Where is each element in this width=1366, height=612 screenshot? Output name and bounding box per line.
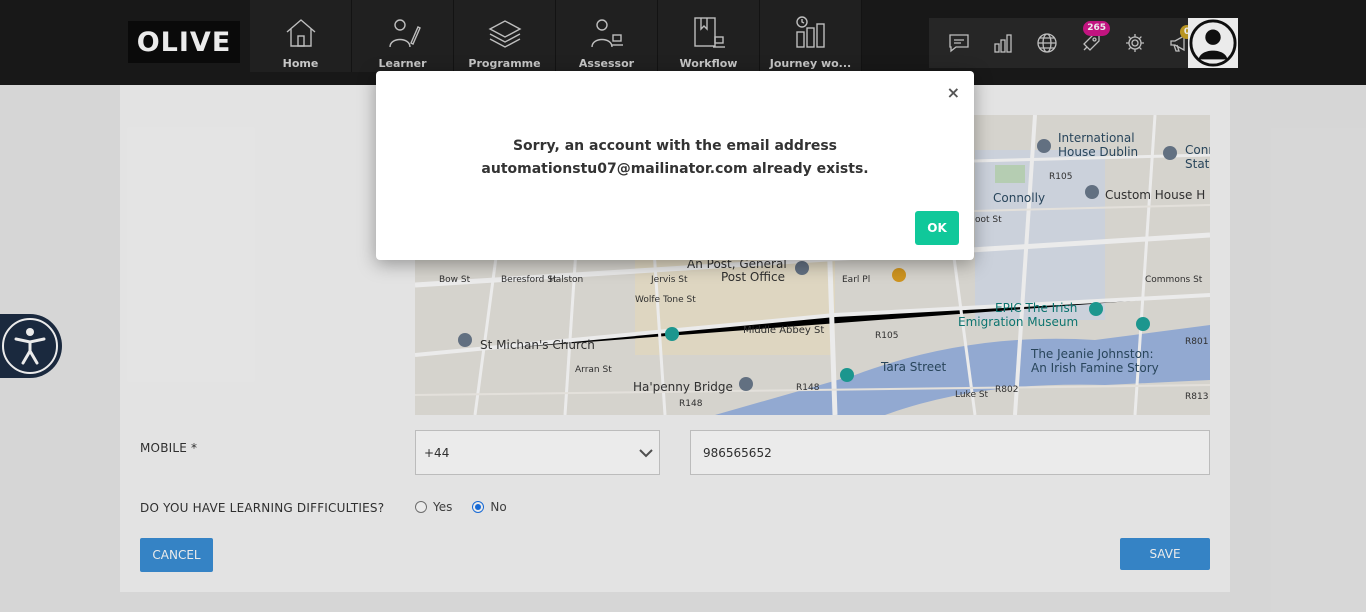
ok-button[interactable]: OK [915, 211, 959, 245]
error-dialog: × Sorry, an account with the email addre… [376, 71, 974, 260]
dialog-message: Sorry, an account with the email address… [481, 138, 869, 177]
close-icon[interactable]: × [947, 85, 960, 101]
